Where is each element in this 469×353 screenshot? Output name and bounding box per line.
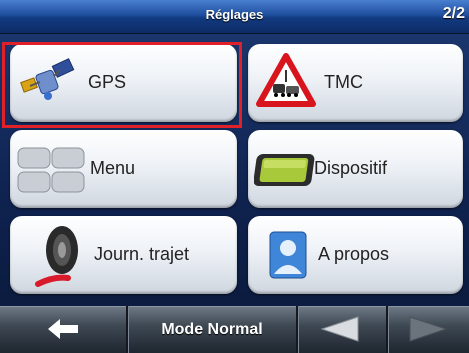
trip-log-label: Journ. trajet [94, 244, 190, 264]
menu-label: Menu [90, 158, 136, 178]
mode-label: Mode Normal [161, 321, 263, 338]
menu-icon [17, 147, 85, 193]
settings-screen: Réglages 2/2 GPS TMC Menu Dispositif Jou… [0, 0, 469, 353]
device-button[interactable]: Dispositif [248, 130, 463, 208]
about-button[interactable]: A propos [248, 216, 463, 294]
left-arrow-icon [320, 316, 359, 342]
header-bar: Réglages 2/2 [0, 0, 469, 34]
mode-button[interactable]: Mode Normal [128, 306, 296, 353]
right-arrow-icon [409, 316, 448, 342]
about-icon [269, 231, 307, 279]
page-title: Réglages [205, 7, 264, 22]
selection-highlight [2, 42, 242, 128]
previous-button[interactable] [298, 306, 386, 353]
trip-log-icon [35, 226, 78, 287]
menu-button[interactable]: Menu [10, 130, 237, 208]
tmc-button[interactable]: TMC [248, 44, 463, 122]
back-arrow-icon [48, 319, 78, 339]
trip-log-button[interactable]: Journ. trajet [10, 216, 237, 294]
tmc-warning-icon [256, 53, 316, 107]
device-label: Dispositif [314, 158, 388, 178]
next-button[interactable] [388, 306, 469, 353]
about-label: A propos [318, 244, 390, 264]
device-icon [254, 154, 315, 186]
back-button[interactable] [0, 306, 126, 353]
page-indicator: 2/2 [442, 5, 465, 22]
tmc-label: TMC [324, 72, 363, 92]
